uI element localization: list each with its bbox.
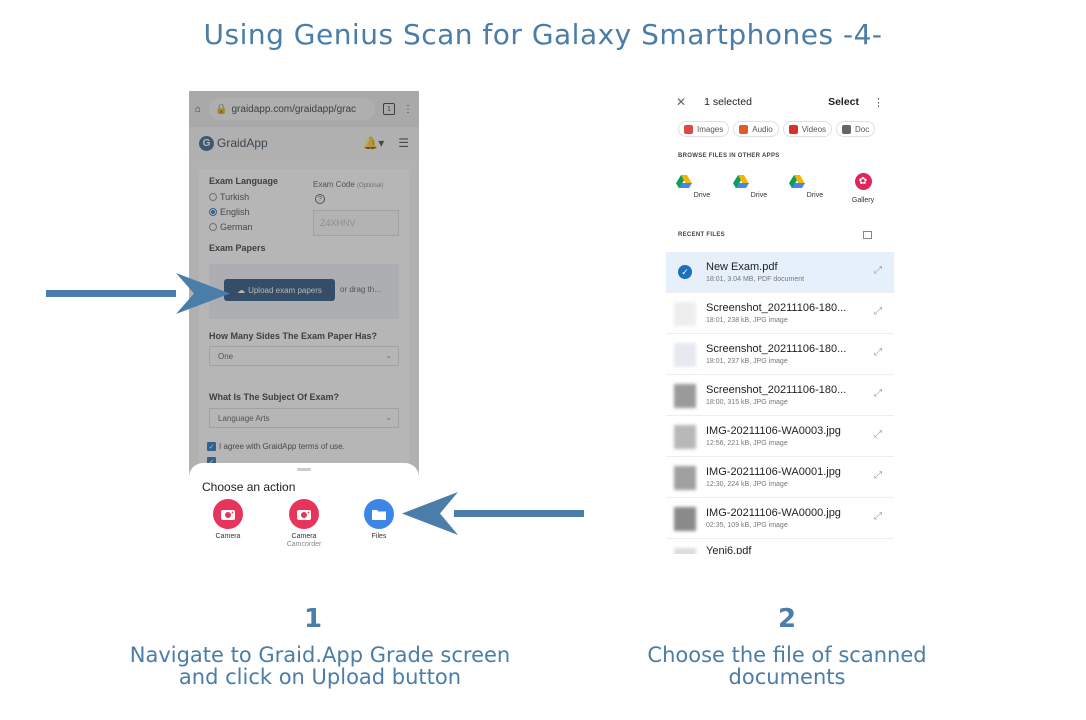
grid-view-icon[interactable]: [863, 231, 872, 239]
arrow-left-icon: [402, 492, 584, 535]
chip-images[interactable]: Images: [678, 121, 730, 137]
close-icon[interactable]: ✕: [676, 95, 686, 109]
camera-icon: [213, 499, 243, 529]
selection-toolbar: ✕ 1 selected Select ⋮: [666, 91, 894, 113]
expand-icon[interactable]: ⤢: [874, 429, 882, 440]
file-row[interactable]: Screenshot_20211106-180... 18:01, 238 kB…: [666, 293, 894, 334]
thumbnail: [674, 425, 696, 449]
page-title: Using Genius Scan for Galaxy Smartphones…: [203, 18, 883, 51]
folder-icon: [364, 499, 394, 529]
audio-icon: [739, 124, 749, 134]
selected-count: 1 selected: [704, 96, 752, 108]
select-button[interactable]: Select: [828, 96, 859, 108]
camcorder-icon: [289, 499, 319, 529]
expand-icon[interactable]: ⤢: [874, 511, 882, 522]
app-gallery[interactable]: ✿ Gallery: [843, 173, 883, 204]
app-drive-1[interactable]: Drive: [673, 173, 713, 199]
choose-action-sheet: Choose an action Camera Camera Camcorder…: [189, 463, 419, 559]
checkmark-icon: ✓: [678, 265, 692, 279]
google-drive-icon: [675, 175, 692, 189]
app-drive-3[interactable]: Drive: [786, 173, 826, 199]
expand-icon[interactable]: ⤢: [874, 347, 882, 358]
action-files[interactable]: Files: [349, 499, 409, 540]
step-1-caption: Navigate to Graid.App Grade screen and c…: [129, 643, 511, 689]
file-row[interactable]: IMG-20211106-WA0003.jpg 12:56, 221 kB, J…: [666, 416, 894, 457]
file-row[interactable]: ✓ New Exam.pdf 18:01, 3.04 MB, PDF docum…: [666, 252, 894, 293]
right-phone-screenshot: ✕ 1 selected Select ⋮ Images Audio Video…: [666, 91, 894, 554]
document-icon: [842, 124, 852, 134]
file-row[interactable]: IMG-20211106-WA0000.jpg 02:35, 109 kB, J…: [666, 498, 894, 539]
thumbnail: [674, 302, 696, 326]
left-phone-screenshot: ⌂ 🔒 graidapp.com/graidapp/grac 1 ⋮ G Gra…: [189, 91, 419, 559]
chip-audio[interactable]: Audio: [733, 121, 779, 137]
gallery-icon: ✿: [854, 173, 872, 190]
arrow-right-icon: [46, 273, 230, 314]
step-2-caption: Choose the file of scanned documents: [647, 643, 927, 689]
sheet-title: Choose an action: [202, 480, 296, 494]
chip-documents[interactable]: Doc: [836, 121, 876, 137]
file-row[interactable]: IMG-20211106-WA0001.jpg 12:30, 224 kB, J…: [666, 457, 894, 498]
sheet-handle[interactable]: [297, 468, 311, 471]
google-drive-icon: [788, 175, 805, 189]
image-icon: [684, 124, 693, 134]
thumbnail: [674, 548, 696, 554]
filter-chips: Images Audio Videos Doc: [678, 121, 876, 137]
expand-icon[interactable]: ⤢: [874, 306, 882, 317]
action-camcorder[interactable]: Camera Camcorder: [274, 499, 334, 548]
file-row[interactable]: Screenshot_20211106-180... 18:01, 237 kB…: [666, 334, 894, 375]
thumbnail: [674, 507, 696, 531]
thumbnail: [674, 384, 696, 408]
action-camera[interactable]: Camera: [198, 499, 258, 540]
chip-videos[interactable]: Videos: [782, 121, 833, 137]
file-row[interactable]: Yeni6.pdf: [666, 539, 894, 554]
expand-icon[interactable]: ⤢: [874, 470, 882, 481]
step-1-number: 1: [303, 604, 323, 634]
thumbnail: [674, 466, 696, 490]
browse-section-label: BROWSE FILES IN OTHER APPS: [678, 153, 780, 159]
file-row[interactable]: Screenshot_20211106-180... 18:00, 315 kB…: [666, 375, 894, 416]
app-drive-2[interactable]: Drive: [730, 173, 770, 199]
expand-icon[interactable]: ⤢: [874, 265, 882, 276]
video-icon: [788, 124, 798, 134]
thumbnail: [674, 343, 696, 367]
google-drive-icon: [732, 175, 749, 189]
more-vert-icon[interactable]: ⋮: [873, 96, 884, 109]
recent-files-label: RECENT FILES: [678, 232, 725, 238]
expand-icon[interactable]: ⤢: [874, 388, 882, 399]
step-2-number: 2: [777, 604, 797, 634]
